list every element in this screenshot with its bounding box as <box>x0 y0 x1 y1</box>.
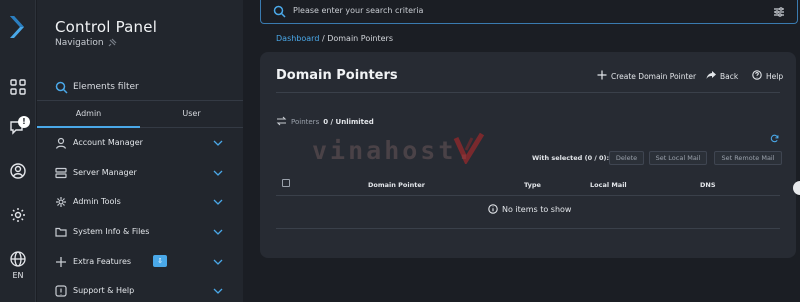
tools-icon <box>56 197 66 207</box>
breadcrumb-current: Domain Pointers <box>327 34 394 43</box>
create-domain-pointer-button[interactable]: Create Domain Pointer <box>597 70 696 84</box>
chevron-down-icon <box>213 259 223 265</box>
column-header-local-mail[interactable]: Local Mail <box>590 181 627 189</box>
sidebar-item-admin-tools[interactable]: Admin Tools <box>55 193 223 213</box>
chevron-down-icon <box>213 140 223 146</box>
folder-icon <box>55 227 67 237</box>
extra-features-badge: ⇩ <box>153 255 167 267</box>
global-search[interactable]: Please enter your search criteria <box>260 0 798 24</box>
language-selector[interactable]: EN <box>0 271 36 280</box>
sidebar-item-account-manager[interactable]: Account Manager <box>55 134 223 154</box>
sidebar-item-label: System Info & Files <box>73 227 150 236</box>
plus-icon <box>597 70 607 80</box>
empty-state: No items to show <box>488 204 571 214</box>
back-label: Back <box>720 72 739 81</box>
chevron-down-icon <box>213 170 223 176</box>
chevron-down-icon <box>213 229 223 235</box>
help-label: Help <box>766 72 784 81</box>
refresh-icon[interactable] <box>770 134 779 143</box>
column-header-domain-pointer[interactable]: Domain Pointer <box>368 181 425 189</box>
chevron-down-icon <box>213 288 223 294</box>
sidebar-item-label: Extra Features <box>73 257 132 266</box>
vinahost-watermark-logo-icon <box>453 132 485 164</box>
app-title: Control Panel <box>55 18 158 36</box>
sidebar-item-label: Admin Tools <box>73 197 121 206</box>
question-circle-icon <box>752 70 762 80</box>
sidebar-item-system-info[interactable]: System Info & Files <box>55 223 223 243</box>
search-input[interactable]: Please enter your search criteria <box>293 6 423 15</box>
notification-badge: ! <box>18 116 30 128</box>
table-footer-divider <box>276 228 780 229</box>
sidebar-item-label: Account Manager <box>73 138 143 147</box>
tab-admin[interactable]: Admin <box>37 101 140 128</box>
pointers-value: 0 / Unlimited <box>323 118 374 126</box>
search-icon <box>55 81 68 94</box>
sidebar: Control Panel Navigation Elements filter… <box>37 0 243 302</box>
logo-icon[interactable] <box>7 14 29 40</box>
sidebar-item-support-help[interactable]: Support & Help <box>55 282 223 302</box>
breadcrumb-dashboard-link[interactable]: Dashboard <box>276 34 319 43</box>
page-title: Domain Pointers <box>276 68 398 83</box>
pointers-count: Pointers 0 / Unlimited <box>276 116 374 128</box>
pointers-label: Pointers <box>291 118 320 126</box>
sidebar-item-label: Server Manager <box>73 168 137 177</box>
select-all-checkbox[interactable] <box>282 179 290 187</box>
chevron-down-icon <box>213 199 223 205</box>
server-icon <box>55 167 67 179</box>
help-button[interactable]: Help <box>752 70 783 84</box>
breadcrumb: Dashboard / Domain Pointers <box>276 34 393 43</box>
column-header-dns[interactable]: DNS <box>700 181 716 189</box>
sidebar-tabs: Admin User <box>37 100 243 128</box>
sidebar-item-server-manager[interactable]: Server Manager <box>55 164 223 184</box>
column-header-type[interactable]: Type <box>524 181 541 189</box>
swap-arrows-icon <box>276 116 287 126</box>
info-icon <box>488 204 498 214</box>
sidebar-item-label: Support & Help <box>73 286 135 295</box>
with-selected-label: With selected (0 / 0): <box>532 154 610 162</box>
side-panel-toggle[interactable] <box>793 181 800 195</box>
tab-user[interactable]: User <box>140 101 243 128</box>
header-divider <box>276 92 780 93</box>
back-button[interactable]: Back <box>706 70 738 84</box>
vinahost-watermark: vinahost. <box>312 136 475 165</box>
plus-icon <box>56 257 66 267</box>
user-icon <box>55 137 67 149</box>
share-back-icon <box>706 71 716 79</box>
app-subtitle: Navigation <box>55 38 104 48</box>
globe-icon[interactable] <box>9 250 27 268</box>
elements-filter-label: Elements filter <box>73 82 139 92</box>
set-local-mail-button[interactable]: Set Local Mail <box>649 151 707 165</box>
apps-icon[interactable] <box>9 78 27 96</box>
settings-icon[interactable] <box>9 206 27 224</box>
search-icon <box>273 5 286 18</box>
table-header-divider <box>276 195 780 196</box>
filter-sliders-icon[interactable] <box>773 6 785 18</box>
create-domain-pointer-label: Create Domain Pointer <box>611 72 697 81</box>
elements-filter[interactable]: Elements filter <box>55 80 235 96</box>
sidebar-item-extra-features[interactable]: Extra Features ⇩ <box>55 253 223 273</box>
pin-icon[interactable] <box>107 38 117 48</box>
icon-rail: ! EN <box>0 0 36 302</box>
delete-button[interactable]: Delete <box>609 151 644 165</box>
empty-message: No items to show <box>502 205 572 214</box>
help-icon <box>55 285 67 297</box>
profile-icon[interactable] <box>9 162 27 180</box>
set-remote-mail-button[interactable]: Set Remote Mail <box>714 151 782 165</box>
